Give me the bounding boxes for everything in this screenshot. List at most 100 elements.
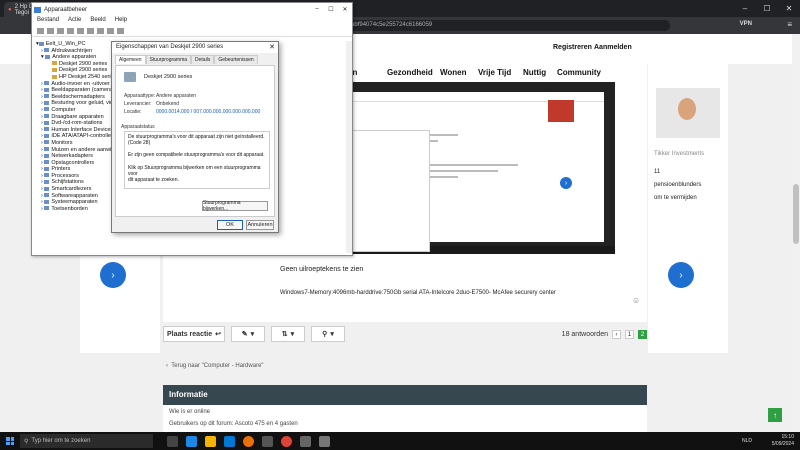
file-explorer-icon[interactable] xyxy=(205,435,216,447)
promo-image xyxy=(656,88,720,138)
scroll-top-icon[interactable]: ↑ xyxy=(768,408,782,422)
search-icon: ⚲ xyxy=(322,331,328,338)
search-topic-button[interactable]: ⚲ ▾ xyxy=(311,326,345,342)
download-icon[interactable] xyxy=(117,28,124,34)
ide-icon xyxy=(44,133,50,138)
clock[interactable]: 15:10 5/09/2024 xyxy=(772,434,794,447)
tab-details[interactable]: Details xyxy=(191,55,215,64)
tab-driver[interactable]: Stuurprogramma xyxy=(145,55,192,64)
language-indicator[interactable]: NLD xyxy=(742,438,752,444)
start-button[interactable] xyxy=(0,432,20,450)
pagination: 18 antwoorden ‹ 1 2 xyxy=(562,330,647,339)
minimize-icon[interactable]: – xyxy=(310,3,324,15)
task-view-icon[interactable] xyxy=(167,435,178,447)
device-name: Deskjet 2900 series xyxy=(144,74,193,80)
help-icon[interactable] xyxy=(67,28,74,34)
audio-icon xyxy=(44,81,50,86)
login-link[interactable]: Aanmelden xyxy=(594,44,632,51)
device-status-group: Apparaatstatus xyxy=(121,124,155,130)
opera-icon[interactable] xyxy=(281,435,292,447)
firefox-icon[interactable] xyxy=(243,435,254,447)
search-icon: ⚲ xyxy=(24,438,29,445)
warning-device-icon xyxy=(52,67,57,72)
device-status-text[interactable]: De stuurprogramma's voor dit apparaat zi… xyxy=(124,131,270,189)
unknown-device-icon xyxy=(45,54,51,59)
menu-view[interactable]: Beeld xyxy=(90,17,105,26)
remove-icon[interactable] xyxy=(107,28,114,34)
device-manager-task-icon[interactable] xyxy=(300,435,311,447)
properties-icon[interactable] xyxy=(57,28,64,34)
cancel-button[interactable]: Annuleren xyxy=(246,220,274,230)
software-device-icon xyxy=(44,193,50,198)
back-icon[interactable] xyxy=(37,28,44,34)
action-bar: Plaats reactie ↩ ✎ ▾ ⇅ ▾ ⚲ ▾ 18 antwoorden … xyxy=(163,322,647,348)
location-label: Locatie: xyxy=(124,109,142,115)
nav-item-vrije-tijd[interactable]: Vrije Tijd xyxy=(478,68,511,77)
properties-task-icon[interactable] xyxy=(319,435,330,447)
device-tree-scrollbar[interactable] xyxy=(346,41,352,253)
wrench-icon: ✎ xyxy=(241,331,248,338)
storage-icon xyxy=(44,160,50,165)
page-link[interactable]: 1 xyxy=(625,330,634,339)
close-icon[interactable]: ✕ xyxy=(269,43,275,51)
prev-page-icon[interactable]: ‹ xyxy=(612,330,621,339)
answer-count: 18 antwoorden xyxy=(561,331,608,338)
tab-general[interactable]: Algemeen xyxy=(115,55,146,64)
url-field[interactable]: ...e359b1036a80abf94074c5e255724c6166059 xyxy=(300,20,670,31)
tab-events[interactable]: Gebeurtenissen xyxy=(214,55,258,64)
right-ad[interactable]: Tikker Investments 11 pensioenblunders o… xyxy=(648,48,728,353)
register-link[interactable]: Registreren xyxy=(553,44,592,51)
update-driver-button[interactable]: Stuurprogramma bijwerken... xyxy=(202,200,268,212)
ok-button[interactable]: OK xyxy=(217,220,243,230)
nav-item-community[interactable]: Community xyxy=(557,68,601,77)
post-caption: Geen uilroeptekens te zien xyxy=(280,266,364,273)
reply-button[interactable]: Plaats reactie ↩ xyxy=(163,326,225,342)
app-icon[interactable] xyxy=(262,435,273,447)
close-icon[interactable]: ✕ xyxy=(338,3,352,15)
update-icon[interactable] xyxy=(97,28,104,34)
tab-favicon-icon: ● xyxy=(8,6,12,13)
vpn-badge[interactable]: VPN xyxy=(740,21,752,27)
store-icon[interactable] xyxy=(224,435,235,447)
nav-item-gezondheid[interactable]: Gezondheid xyxy=(387,68,433,77)
chevron-right-icon[interactable]: › xyxy=(100,262,126,288)
maximize-icon[interactable]: ☐ xyxy=(324,3,338,15)
nav-item-wonen[interactable]: Wonen xyxy=(440,68,467,77)
scan-icon[interactable] xyxy=(77,28,84,34)
tools-button[interactable]: ✎ ▾ xyxy=(231,326,265,342)
page-scrollbar[interactable] xyxy=(792,34,800,432)
sort-button[interactable]: ⇅ ▾ xyxy=(271,326,305,342)
promo-line: om te vermijden xyxy=(654,195,697,201)
device-manager-title: Apparaatbeheer xyxy=(44,7,88,13)
forward-icon[interactable] xyxy=(47,28,54,34)
status-line: Klik op Stuurprogramma bijwerken om een … xyxy=(128,164,261,177)
hamburger-icon[interactable]: ≡ xyxy=(787,20,792,29)
close-icon[interactable]: ✕ xyxy=(778,0,800,17)
scrollbar-thumb[interactable] xyxy=(793,184,799,244)
warning-device-icon xyxy=(52,61,57,66)
edge-icon[interactable] xyxy=(186,435,197,447)
menu-action[interactable]: Actie xyxy=(68,17,81,26)
clock-date: 5/09/2024 xyxy=(771,440,794,447)
post-specs: Windows7-Memory:4096mb-harddrive:750Gb s… xyxy=(280,290,556,296)
computer-icon xyxy=(44,107,50,112)
status-line: dit apparaat te zoeken. xyxy=(128,177,179,184)
menu-file[interactable]: Bestand xyxy=(37,17,59,26)
menu-help[interactable]: Help xyxy=(115,17,127,26)
warning-device-icon xyxy=(52,74,57,79)
reply-label: Plaats reactie xyxy=(166,330,213,338)
back-link-label: Terug naar "Computer - Hardware" xyxy=(171,363,264,369)
monitor-icon[interactable] xyxy=(87,28,94,34)
chevron-right-icon[interactable]: › xyxy=(668,262,694,288)
maximize-icon[interactable]: ☐ xyxy=(756,0,778,17)
window-controls: – ☐ ✕ xyxy=(734,0,800,17)
minimize-icon[interactable]: – xyxy=(734,0,756,17)
back-link[interactable]: ‹ Terug naar "Computer - Hardware" xyxy=(166,363,264,369)
camera-icon xyxy=(44,87,50,92)
properties-tabs: Algemeen Stuurprogramma Details Gebeurte… xyxy=(112,55,278,64)
smartcard-icon xyxy=(44,186,50,191)
smiley-icon[interactable]: ☺ xyxy=(632,296,640,305)
printer-queue-icon xyxy=(44,48,50,53)
taskbar-search[interactable]: ⚲ Typ hier om te zoeken xyxy=(20,434,153,448)
nav-item-nuttig[interactable]: Nuttig xyxy=(523,68,546,77)
